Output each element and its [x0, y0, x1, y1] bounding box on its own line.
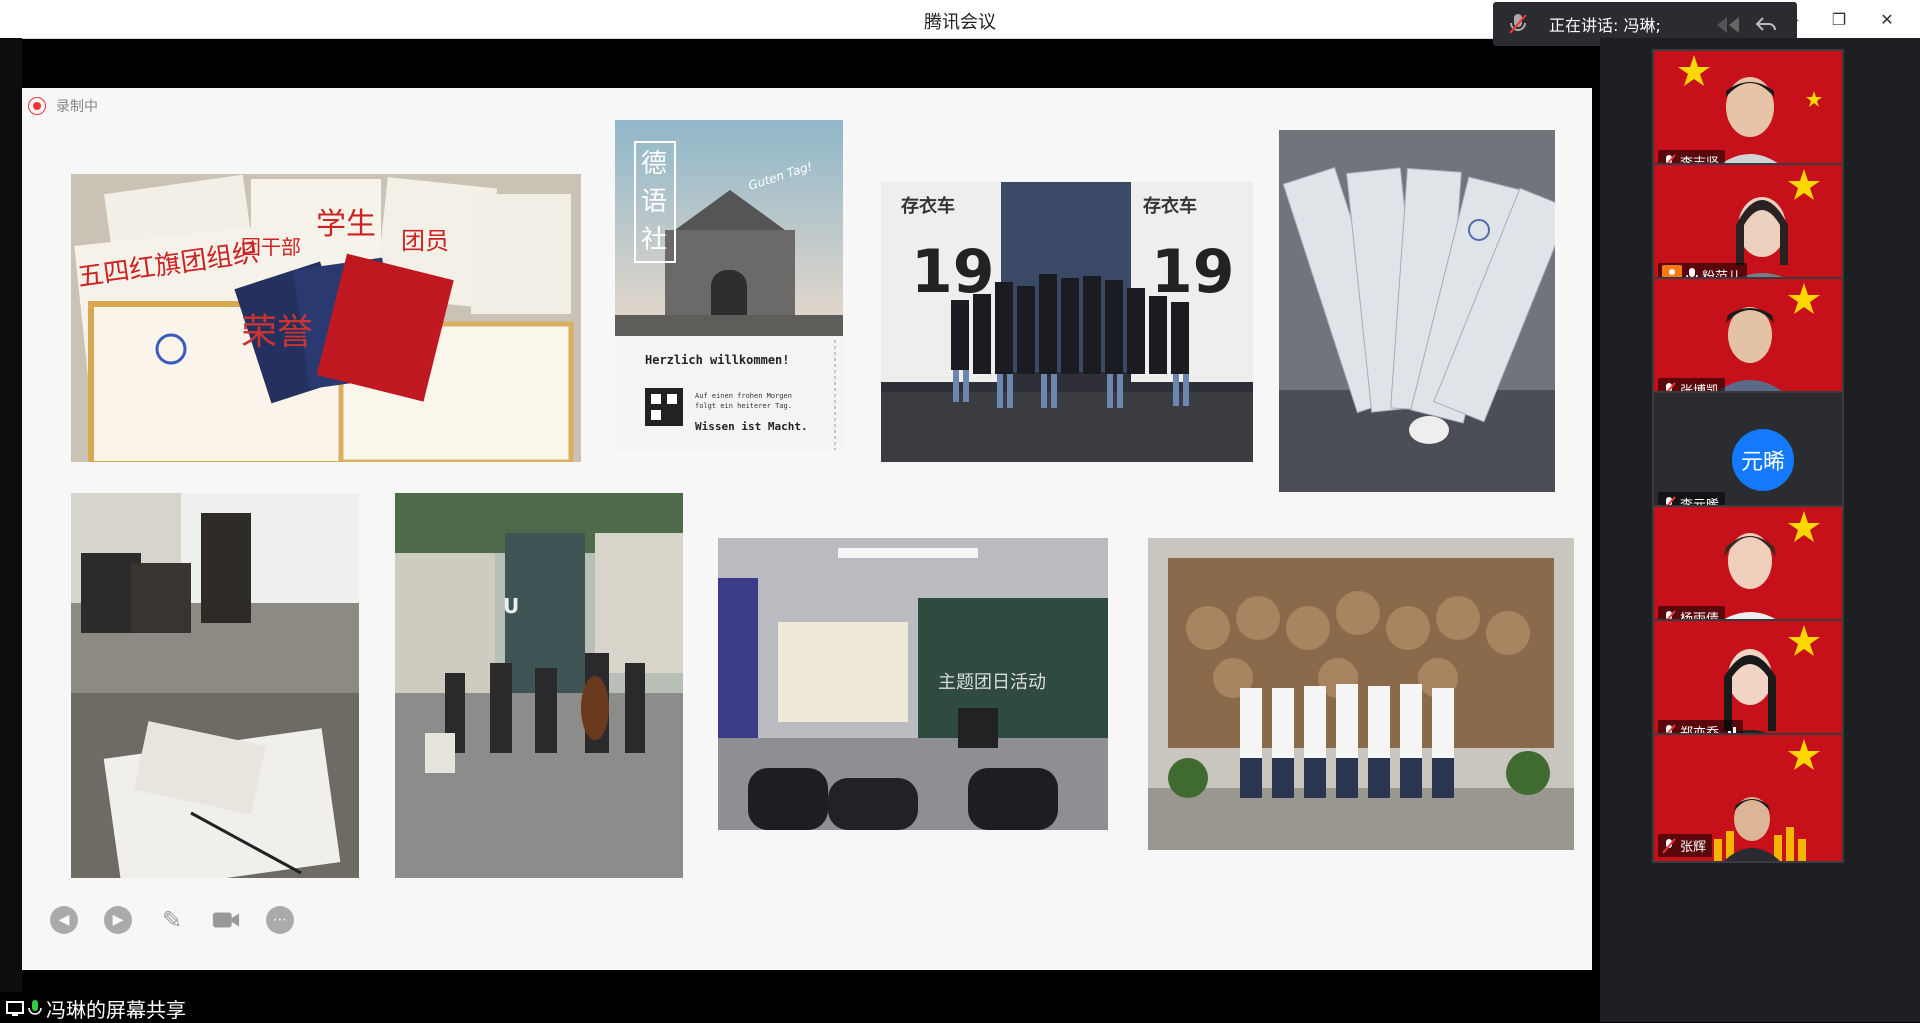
recording-indicator: 录制中: [28, 96, 98, 116]
poster-heading: Herzlich willkommen!: [645, 353, 790, 367]
participant-panel: 李志坚 粉范儿 张博凯: [1600, 38, 1920, 1022]
participant-tile[interactable]: 粉范儿: [1652, 163, 1844, 293]
poster-char-1: 德: [641, 149, 667, 179]
previous-slide-icon[interactable]: ◀: [50, 906, 78, 934]
photo-truck-group: 存衣车 存衣车 19 19: [881, 182, 1253, 462]
collapse-icon[interactable]: [1713, 15, 1749, 35]
photo-certificates: 荣誉 五四红旗团组织 学生 团干部 团员: [71, 174, 581, 462]
participant-name: 张辉: [1680, 840, 1707, 855]
participant-tile[interactable]: 张博凯: [1652, 277, 1844, 407]
street-sign: U: [503, 594, 519, 618]
record-icon: [28, 97, 46, 115]
left-strip: [0, 38, 22, 1022]
camera-icon[interactable]: [212, 906, 240, 934]
participant-tile[interactable]: 李志坚: [1652, 49, 1844, 179]
photo-museum-statues: [1148, 538, 1574, 850]
truck-label-right: 存衣车: [1143, 195, 1197, 217]
participant-tile[interactable]: 郑亦乔: [1652, 619, 1844, 749]
photo-street-music: U: [395, 493, 683, 878]
photo-german-club-poster: 德 语 社 Guten Tag! Herzlich willkommen! Au…: [615, 120, 843, 450]
participant-tile[interactable]: 张辉: [1652, 733, 1844, 863]
photo-cards-fan: [1279, 130, 1555, 492]
participant-tile[interactable]: 元晞 李元晞: [1652, 391, 1844, 521]
participant-name-tag: 张辉: [1658, 834, 1713, 857]
cert-honor-text: 荣誉: [241, 312, 313, 353]
poster-char-3: 社: [641, 225, 667, 255]
bottom-bar: 冯琳的屏幕共享: [0, 992, 1600, 1022]
close-icon[interactable]: ✕: [1874, 6, 1900, 32]
screen-share-icon: [6, 1000, 24, 1016]
poster-line-1: Auf einen frohen Morgen: [695, 392, 792, 400]
cert-member-text: 团员: [401, 227, 449, 255]
restore-icon[interactable]: ❐: [1826, 6, 1852, 32]
mic-on-icon: [28, 999, 42, 1015]
poster-motto: Wissen ist Macht.: [695, 420, 808, 433]
share-text: 冯琳的屏幕共享: [46, 998, 186, 1022]
screen-share-label: 冯琳的屏幕共享: [6, 994, 186, 1023]
speaking-text: 正在讲话: 冯琳;: [1549, 16, 1661, 35]
slide-controls: ◀ ▶ ✎ ⋯: [50, 906, 294, 934]
poster-line-2: folgt ein heiterer Tag.: [695, 402, 792, 410]
recording-label: 录制中: [56, 99, 98, 115]
photo-classroom-study: [71, 493, 359, 878]
more-icon[interactable]: ⋯: [266, 906, 294, 934]
shared-screen: 录制中 荣誉 五四红旗团组织 学生 团干部 团员 德 语 社 Guten Tag…: [22, 88, 1592, 970]
cert-student-text: 学生: [316, 207, 376, 242]
next-slide-icon[interactable]: ▶: [104, 906, 132, 934]
photo-lecture-room: 主题团日活动: [718, 538, 1108, 830]
pill-controls: [1713, 15, 1777, 35]
avatar: 元晞: [1732, 429, 1794, 491]
mic-muted-icon: [1509, 14, 1527, 34]
participant-tile[interactable]: 杨雨倩: [1652, 505, 1844, 635]
board-text: 主题团日活动: [938, 672, 1046, 693]
poster-char-2: 语: [641, 187, 667, 217]
mic-muted-icon: [1662, 837, 1676, 854]
pen-icon[interactable]: ✎: [158, 906, 186, 934]
truck-label-left: 存衣车: [901, 195, 955, 217]
cert-cadre-text: 团干部: [241, 235, 301, 259]
return-icon[interactable]: [1755, 15, 1777, 35]
